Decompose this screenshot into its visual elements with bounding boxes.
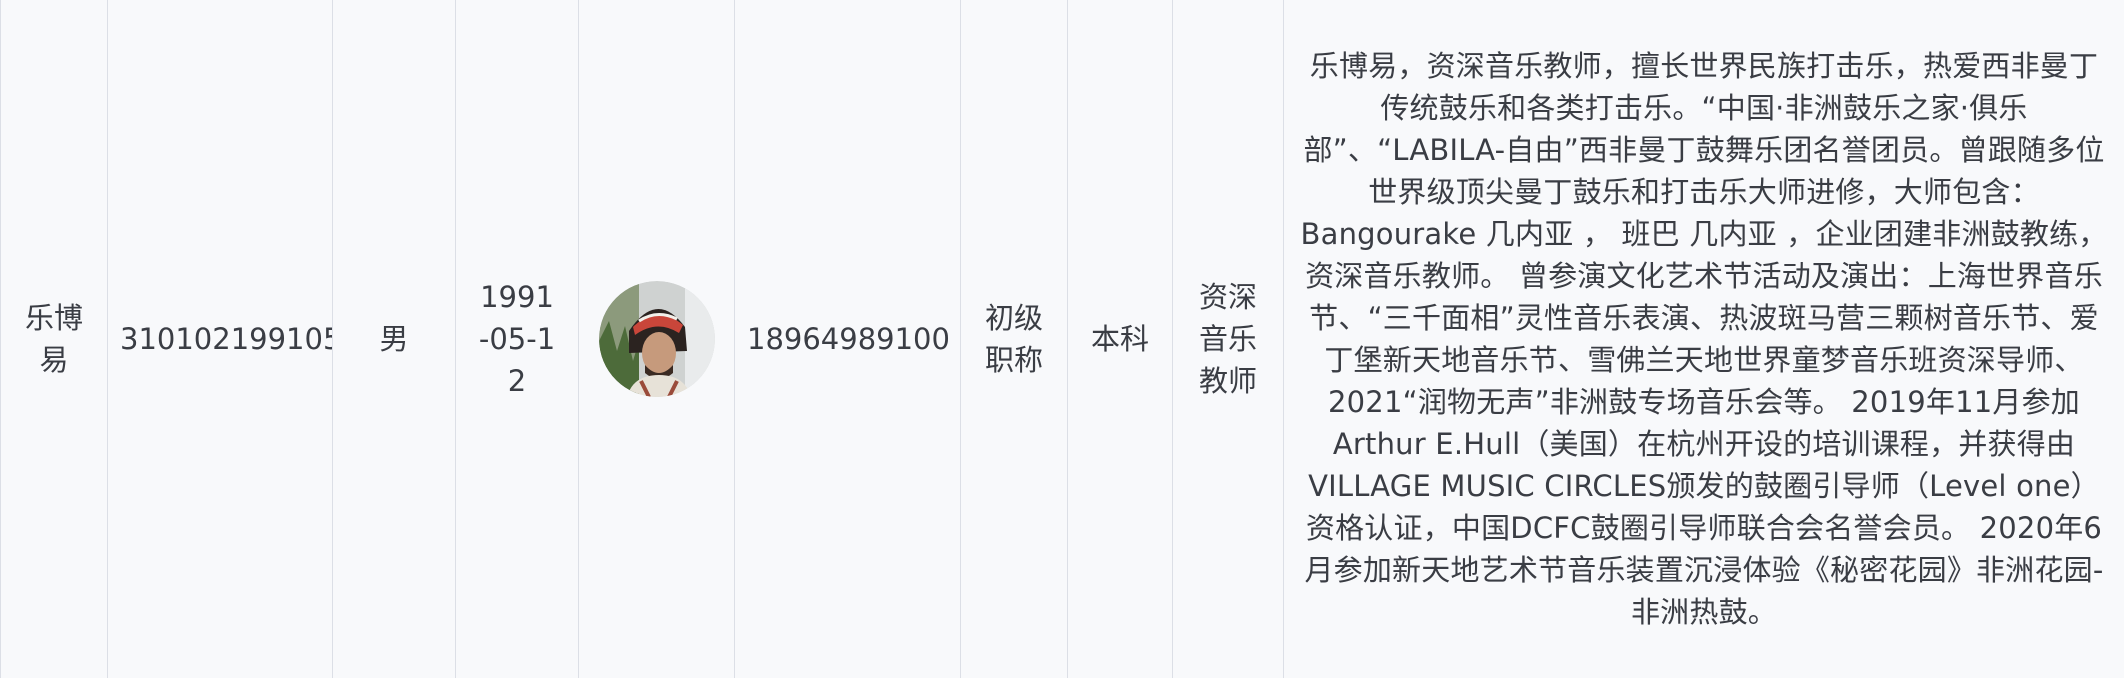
phone-number: 18964989100 bbox=[747, 322, 950, 356]
avatar-cell bbox=[578, 0, 735, 678]
avatar-wrap bbox=[591, 281, 722, 397]
title-level: 初级职称 bbox=[984, 301, 1043, 377]
title-level-cell: 初级职称 bbox=[960, 0, 1068, 678]
birth-date: 1991-05-12 bbox=[478, 280, 556, 398]
education: 本科 bbox=[1090, 322, 1149, 356]
table-row[interactable]: 乐博易 310102199105121610 男 1991-05-12 bbox=[0, 0, 2124, 678]
position: 资深音乐教师 bbox=[1198, 280, 1257, 398]
position-cell: 资深音乐教师 bbox=[1172, 0, 1284, 678]
phone-cell: 18964989100 bbox=[734, 0, 961, 678]
id-number: 310102199105121610 bbox=[120, 322, 332, 356]
gender-cell: 男 bbox=[332, 0, 456, 678]
name-cell: 乐博易 bbox=[0, 0, 108, 678]
teacher-table: 乐博易 310102199105121610 男 1991-05-12 bbox=[0, 0, 2124, 678]
id-number-cell: 310102199105121610 bbox=[107, 0, 333, 678]
teacher-name: 乐博易 bbox=[24, 301, 83, 377]
education-cell: 本科 bbox=[1067, 0, 1173, 678]
avatar-photo-icon[interactable] bbox=[598, 281, 715, 397]
bio-text: 乐博易，资深音乐教师，擅长世界民族打击乐，热爱西非曼丁传统鼓乐和各类打击乐。“中… bbox=[1300, 49, 2108, 629]
bio-cell: 乐博易，资深音乐教师，擅长世界民族打击乐，热爱西非曼丁传统鼓乐和各类打击乐。“中… bbox=[1283, 0, 2124, 678]
birth-date-cell: 1991-05-12 bbox=[455, 0, 579, 678]
gender: 男 bbox=[379, 322, 409, 356]
